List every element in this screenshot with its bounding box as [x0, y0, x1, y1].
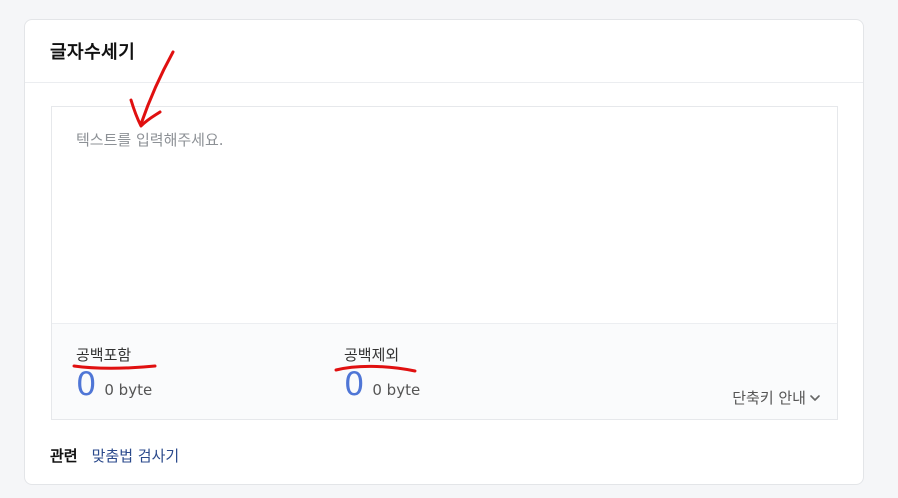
stat-with-spaces: 공백포함 0 0 byte [76, 344, 152, 402]
stat-without-spaces-count: 0 [344, 365, 365, 403]
related-label: 관련 [50, 447, 78, 465]
stat-without-spaces-label: 공백제외 [344, 346, 400, 364]
stats-panel: 공백포함 0 0 byte 공백제외 0 0 byte 단축키 안내 [52, 323, 837, 419]
stat-without-spaces-value: 0 0 byte [344, 366, 420, 402]
stat-with-spaces-count: 0 [76, 365, 97, 403]
stat-with-spaces-bytes: 0 byte [104, 381, 153, 399]
text-input[interactable] [52, 107, 837, 323]
shortcut-guide-toggle[interactable]: 단축키 안내 [732, 387, 821, 408]
stat-without-spaces-bytes: 0 byte [372, 381, 421, 399]
card-header: 글자수세기 [25, 20, 863, 83]
stat-with-spaces-value: 0 0 byte [76, 366, 152, 402]
counter-editor: 공백포함 0 0 byte 공백제외 0 0 byte 단축키 안내 [51, 106, 838, 420]
chevron-down-icon [810, 394, 820, 401]
char-counter-card: 글자수세기 공백포함 0 0 byte 공백제외 0 0 byte 단축키 안내 [24, 19, 864, 485]
page-title: 글자수세기 [50, 42, 136, 63]
spell-checker-link[interactable]: 맞춤법 검사기 [92, 445, 180, 466]
related-links: 관련 맞춤법 검사기 [50, 445, 179, 466]
stat-with-spaces-label: 공백포함 [76, 346, 132, 364]
stat-without-spaces: 공백제외 0 0 byte [344, 344, 420, 402]
shortcut-guide-label: 단축키 안내 [732, 389, 806, 407]
